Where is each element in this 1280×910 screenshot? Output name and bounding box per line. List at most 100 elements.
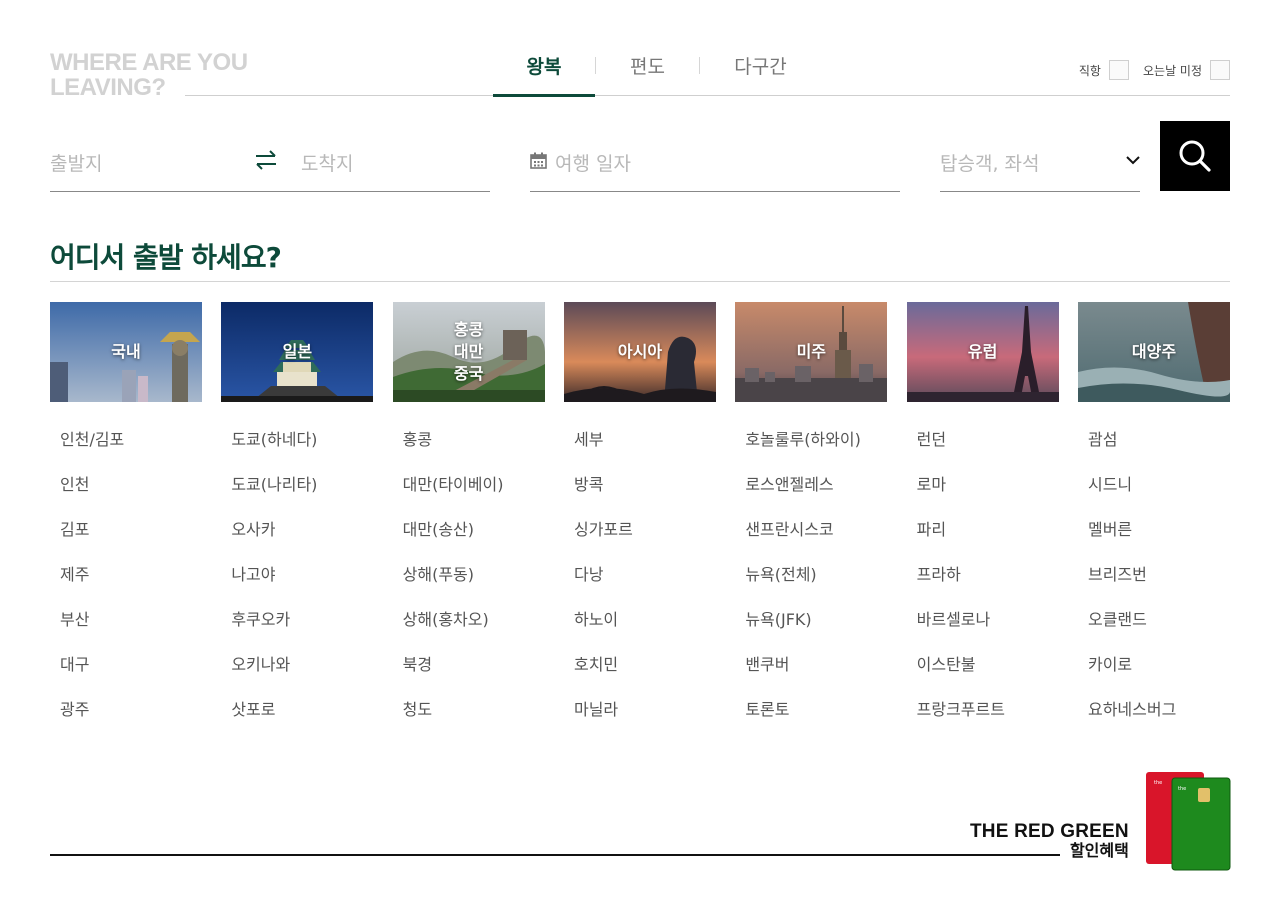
region-label: 일본 — [282, 342, 313, 361]
tab-round-trip[interactable]: 왕복 — [493, 40, 595, 97]
city-link[interactable]: 샌프란시스코 — [745, 520, 887, 565]
city-link[interactable]: 상해(푸동) — [403, 565, 545, 610]
region-asia: 아시아 세부 방콕 싱가포르 다낭 하노이 호치민 마닐라 — [563, 302, 716, 745]
promo-subtitle: 할인혜택 — [1069, 843, 1129, 860]
region-label: 국내 — [111, 342, 141, 361]
city-link[interactable]: 나고야 — [231, 565, 373, 610]
city-link[interactable]: 파리 — [917, 520, 1059, 565]
city-link[interactable]: 브리즈번 — [1088, 565, 1230, 610]
city-link[interactable]: 로마 — [917, 475, 1059, 520]
city-list: 도쿄(하네다) 도쿄(나리타) 오사카 나고야 후쿠오카 오키나와 삿포로 — [221, 430, 373, 745]
city-link[interactable]: 싱가포르 — [574, 520, 716, 565]
search-button[interactable] — [1160, 121, 1230, 191]
city-list: 홍콩 대만(타이베이) 대만(송산) 상해(푸동) 상해(홍차오) 북경 청도 — [393, 430, 545, 745]
city-link[interactable]: 삿포로 — [231, 700, 373, 745]
city-link[interactable]: 오키나와 — [231, 655, 373, 700]
region-banner-americas[interactable]: 미주 — [735, 302, 888, 402]
city-link[interactable]: 토론토 — [745, 700, 887, 745]
date-input[interactable]: 여행 일자 — [555, 149, 631, 176]
city-link[interactable]: 카이로 — [1088, 655, 1230, 700]
region-banner-domestic[interactable]: 국내 — [50, 302, 202, 402]
trip-type-tabs: 왕복 편도 다구간 — [493, 40, 821, 97]
city-link[interactable]: 도쿄(나리타) — [231, 475, 373, 520]
city-link[interactable]: 도쿄(하네다) — [231, 430, 373, 475]
city-link[interactable]: 북경 — [403, 655, 545, 700]
city-link[interactable]: 대만(타이베이) — [403, 475, 545, 520]
date-field[interactable]: 여행 일자 — [530, 121, 900, 192]
section-divider — [50, 281, 1230, 282]
city-link[interactable]: 하노이 — [574, 610, 716, 655]
city-link[interactable]: 런던 — [917, 430, 1059, 475]
city-link[interactable]: 바르셀로나 — [917, 610, 1059, 655]
city-link[interactable]: 시드니 — [1088, 475, 1230, 520]
city-link[interactable]: 오사카 — [231, 520, 373, 565]
city-link[interactable]: 호놀룰루(하와이) — [745, 430, 887, 475]
city-link[interactable]: 상해(홍차오) — [403, 610, 545, 655]
city-list: 런던 로마 파리 프라하 바르셀로나 이스탄불 프랑크푸르트 — [907, 430, 1059, 745]
city-link[interactable]: 뉴욕(JFK) — [745, 610, 887, 655]
open-return-option[interactable]: 오는날 미정 — [1143, 60, 1230, 80]
footer-divider — [50, 854, 1060, 856]
city-link[interactable]: 홍콩 — [403, 430, 545, 475]
city-link[interactable]: 괌섬 — [1088, 430, 1230, 475]
city-link[interactable]: 제주 — [60, 565, 202, 610]
origin-input[interactable]: 출발지 — [50, 149, 102, 176]
route-field: 출발지 도착지 — [50, 121, 490, 192]
region-greater-china: 홍콩 대만 중국 홍콩 대만(타이베이) 대만(송산) 상해(푸동) 상해(홍차… — [392, 302, 545, 745]
city-link[interactable]: 김포 — [60, 520, 202, 565]
city-list: 괌섬 시드니 멜버른 브리즈번 오클랜드 카이로 요하네스버그 — [1078, 430, 1230, 745]
svg-text:the: the — [1154, 780, 1162, 786]
city-link[interactable]: 요하네스버그 — [1088, 700, 1230, 745]
svg-text:the: the — [1178, 786, 1186, 792]
region-banner-asia[interactable]: 아시아 — [563, 302, 716, 402]
city-link[interactable]: 호치민 — [574, 655, 716, 700]
region-label: 홍콩 대만 중국 — [453, 320, 484, 383]
region-label: 유럽 — [967, 342, 998, 361]
region-domestic: 국내 인천/김포 인천 김포 제주 부산 대구 광주 — [50, 302, 202, 745]
open-return-checkbox[interactable] — [1210, 60, 1230, 80]
city-link[interactable]: 로스앤젤레스 — [745, 475, 887, 520]
passenger-field[interactable]: 탑승객, 좌석 — [940, 121, 1140, 192]
promo-banner[interactable]: THE RED GREEN 할인혜택 — [970, 822, 1129, 862]
region-banner-europe[interactable]: 유럽 — [906, 302, 1059, 402]
region-europe: 유럽 런던 로마 파리 프라하 바르셀로나 이스탄불 프랑크푸르트 — [906, 302, 1059, 745]
city-link[interactable]: 광주 — [60, 700, 202, 745]
city-link[interactable]: 다낭 — [574, 565, 716, 610]
city-list: 세부 방콕 싱가포르 다낭 하노이 호치민 마닐라 — [564, 430, 716, 745]
city-link[interactable]: 오클랜드 — [1088, 610, 1230, 655]
destination-input[interactable]: 도착지 — [301, 149, 353, 176]
passenger-select[interactable]: 탑승객, 좌석 — [940, 149, 1039, 176]
city-link[interactable]: 대구 — [60, 655, 202, 700]
region-banner-greater-china[interactable]: 홍콩 대만 중국 — [392, 302, 545, 402]
city-link[interactable]: 프라하 — [917, 565, 1059, 610]
direct-flight-checkbox[interactable] — [1108, 60, 1129, 80]
credit-card-icon[interactable]: the the — [1140, 770, 1240, 880]
city-link[interactable]: 부산 — [60, 610, 202, 655]
city-link[interactable]: 밴쿠버 — [745, 655, 887, 700]
region-label: 미주 — [796, 342, 827, 361]
region-banner-japan[interactable]: 일본 — [221, 302, 374, 402]
search-options: 직항 오는날 미정 — [1065, 60, 1230, 80]
city-link[interactable]: 프랑크푸르트 — [917, 700, 1059, 745]
city-link[interactable]: 마닐라 — [574, 700, 716, 745]
city-list: 호놀룰루(하와이) 로스앤젤레스 샌프란시스코 뉴욕(전체) 뉴욕(JFK) 밴… — [735, 430, 887, 745]
swap-icon[interactable] — [255, 150, 277, 170]
tab-multi-city[interactable]: 다구간 — [700, 40, 821, 96]
open-return-label: 오는날 미정 — [1142, 63, 1202, 78]
tab-one-way[interactable]: 편도 — [596, 40, 699, 96]
direct-flight-option[interactable]: 직항 — [1079, 60, 1129, 80]
city-link[interactable]: 대만(송산) — [403, 520, 545, 565]
city-link[interactable]: 세부 — [574, 430, 716, 475]
city-link[interactable]: 후쿠오카 — [231, 610, 373, 655]
region-oceania: 대양주 괌섬 시드니 멜버른 브리즈번 오클랜드 카이로 요하네스버그 — [1077, 302, 1230, 745]
region-label: 대양주 — [1131, 342, 1177, 361]
city-link[interactable]: 인천/김포 — [60, 430, 202, 475]
city-link[interactable]: 이스탄불 — [917, 655, 1059, 700]
city-link[interactable]: 인천 — [60, 475, 202, 520]
city-link[interactable]: 멜버른 — [1088, 520, 1230, 565]
region-label: 아시아 — [617, 342, 663, 361]
city-link[interactable]: 뉴욕(전체) — [745, 565, 887, 610]
city-link[interactable]: 청도 — [403, 700, 545, 745]
region-banner-oceania[interactable]: 대양주 — [1077, 302, 1230, 402]
city-link[interactable]: 방콕 — [574, 475, 716, 520]
